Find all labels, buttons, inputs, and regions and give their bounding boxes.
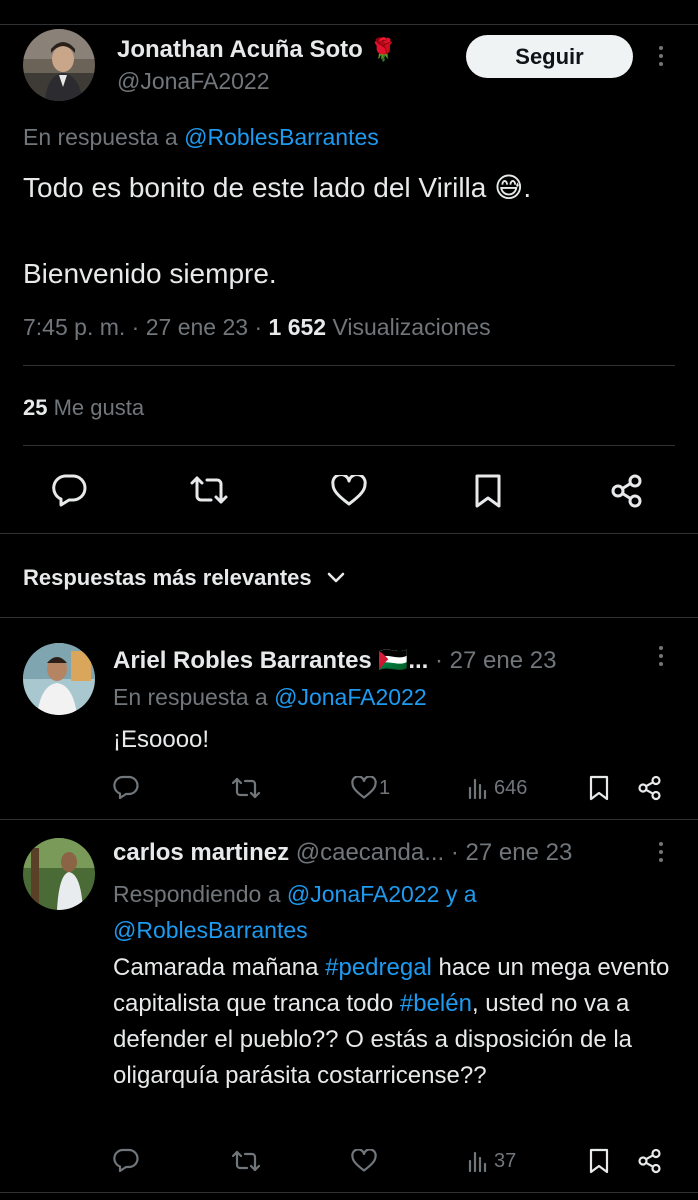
heart-icon <box>351 1149 377 1173</box>
views-count: 646 <box>494 776 528 799</box>
tweet-date[interactable]: 27 ene 23 <box>146 314 248 340</box>
views-count: 1 652 <box>268 314 327 340</box>
author-avatar[interactable] <box>23 29 95 101</box>
reply-icon[interactable] <box>113 1148 139 1172</box>
share-icon[interactable] <box>610 473 644 509</box>
tweet-meta: 7:45 p. m. · 27 ene 23 · 1 652 Visualiza… <box>23 314 491 340</box>
likes-label: Me gusta <box>53 395 145 420</box>
hashtag-link[interactable]: #belén <box>400 990 472 1017</box>
views-count: 37 <box>494 1149 517 1172</box>
hashtag-link[interactable]: #pedregal <box>325 954 432 981</box>
chevron-down-icon <box>326 571 346 585</box>
divider <box>23 365 675 366</box>
share-icon[interactable] <box>637 1148 663 1174</box>
reply-author-handle[interactable]: @caecanda... <box>296 839 444 866</box>
reply-to-link[interactable]: @JonaFA2022 y a <box>287 881 477 907</box>
reply-to-link[interactable]: @RoblesBarrantes <box>184 124 379 150</box>
reply-header: Ariel Robles Barrantes 🇵🇸... · 27 ene 23 <box>113 646 556 675</box>
divider <box>23 445 675 446</box>
reply-context: Respondiendo a @JonaFA2022 y a @RoblesBa… <box>113 876 673 948</box>
reply-text: Camarada mañana #pedregal hace un mega e… <box>113 950 673 1094</box>
more-options-icon[interactable] <box>659 46 665 70</box>
replies-sort-label: Respuestas más relevantes <box>23 565 312 590</box>
reply-avatar[interactable] <box>23 838 95 910</box>
like-stat[interactable] <box>351 1149 377 1173</box>
likes-count: 25 <box>23 395 48 420</box>
retweet-icon[interactable] <box>231 1149 261 1173</box>
views-label: Visualizaciones <box>332 314 491 340</box>
reply-author-name[interactable]: Ariel Robles Barrantes 🇵🇸... <box>113 647 428 674</box>
divider <box>0 819 698 820</box>
bookmark-icon[interactable] <box>589 775 609 801</box>
views-stat[interactable]: 37 <box>466 1149 516 1173</box>
views-stat[interactable]: 646 <box>466 776 527 800</box>
tweet-time[interactable]: 7:45 p. m. <box>23 314 125 340</box>
analytics-icon <box>466 1149 490 1173</box>
reply-avatar-image <box>23 838 95 910</box>
like-icon[interactable] <box>331 475 367 507</box>
likes-summary[interactable]: 25 Me gusta <box>23 395 144 421</box>
reply-text: ¡Esoooo! <box>113 726 210 753</box>
retweet-icon[interactable] <box>189 474 229 506</box>
like-stat[interactable]: 1 <box>351 776 390 800</box>
author-handle[interactable]: @JonaFA2022 <box>117 68 270 95</box>
more-options-icon[interactable] <box>659 842 665 866</box>
reply-date[interactable]: · 27 ene 23 <box>435 647 556 674</box>
reply-icon[interactable] <box>113 775 139 799</box>
reply-context: En respuesta a @RoblesBarrantes <box>23 124 379 151</box>
reply-to-link[interactable]: @RoblesBarrantes <box>113 917 308 943</box>
share-icon[interactable] <box>637 775 663 801</box>
reply-to-link[interactable]: @JonaFA2022 <box>274 684 427 710</box>
reply-text-segment: Camarada mañana <box>113 954 326 981</box>
replies-sort-selector[interactable]: Respuestas más relevantes <box>23 565 346 591</box>
tweet-text-line1: Todo es bonito de este lado del Virilla … <box>23 172 532 203</box>
reply-context: En respuesta a @JonaFA2022 <box>113 684 427 711</box>
author-name[interactable]: Jonathan Acuña Soto 🌹 <box>117 36 397 64</box>
reply-prefix: En respuesta a <box>113 684 268 710</box>
tweet-text-line2: Bienvenido siempre. <box>23 258 277 289</box>
follow-button[interactable]: Seguir <box>466 35 633 78</box>
reply-icon[interactable] <box>51 473 87 507</box>
author-name-text: Jonathan Acuña Soto <box>117 36 363 63</box>
section-divider <box>0 533 698 534</box>
author-avatar-image <box>23 29 95 101</box>
bookmark-icon[interactable] <box>474 473 502 509</box>
reply-prefix: Respondiendo a <box>113 881 281 907</box>
bookmark-icon[interactable] <box>589 1148 609 1174</box>
reply-avatar-image <box>23 643 95 715</box>
retweet-icon[interactable] <box>231 776 261 800</box>
reply-header: carlos martinez @caecanda... · 27 ene 23 <box>113 839 572 867</box>
analytics-icon <box>466 776 490 800</box>
reply-avatar[interactable] <box>23 643 95 715</box>
rose-emoji: 🌹 <box>369 37 397 62</box>
divider <box>0 617 698 618</box>
reply-date[interactable]: · 27 ene 23 <box>451 839 572 866</box>
more-options-icon[interactable] <box>659 646 665 670</box>
top-divider <box>0 24 698 25</box>
reply-prefix: En respuesta a <box>23 124 178 150</box>
heart-icon <box>351 776 377 800</box>
divider <box>0 1192 698 1193</box>
reply-author-name[interactable]: carlos martinez <box>113 839 289 866</box>
like-count: 1 <box>379 776 391 799</box>
